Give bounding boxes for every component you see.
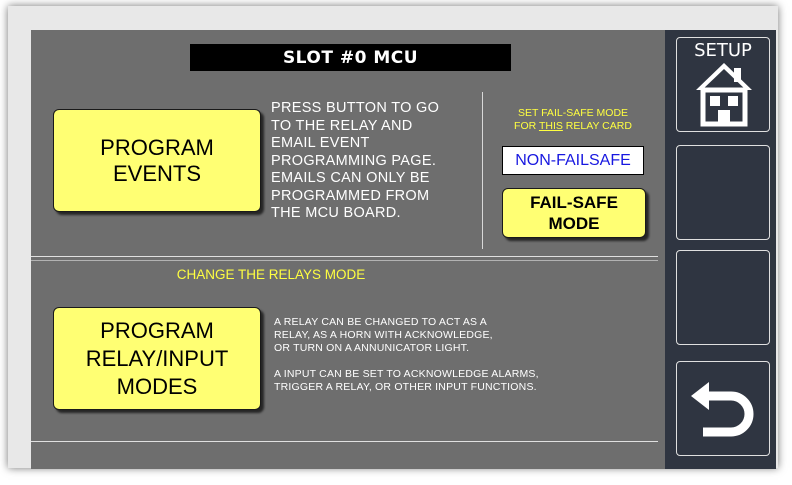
relays-section-title: CHANGE THE RELAYS MODE bbox=[176, 267, 366, 282]
vertical-divider bbox=[482, 92, 483, 249]
page-title: SLOT #0 MCU bbox=[190, 44, 511, 71]
program-events-button[interactable]: PROGRAM EVENTS bbox=[53, 109, 261, 212]
failsafe-label: SET FAIL-SAFE MODE FOR THIS RELAY CARD bbox=[488, 107, 658, 133]
setup-button[interactable]: SETUP bbox=[676, 37, 770, 132]
back-arrow-icon bbox=[691, 382, 754, 437]
failsafe-button-label-2: MODE bbox=[548, 214, 600, 233]
failsafe-status-display: NON-FAILSAFE bbox=[502, 146, 644, 175]
failsafe-mode-button[interactable]: FAIL-SAFE MODE bbox=[502, 188, 646, 238]
section-divider bbox=[31, 256, 658, 257]
failsafe-button-label-1: FAIL-SAFE bbox=[530, 193, 618, 212]
failsafe-label-line2: FOR THIS RELAY CARD bbox=[514, 120, 632, 132]
events-description: PRESS BUTTON TO GO TO THE RELAY AND EMAI… bbox=[271, 100, 440, 221]
back-button[interactable] bbox=[676, 361, 770, 456]
sidebar-blank-button-2[interactable] bbox=[676, 250, 770, 345]
program-relay-modes-button[interactable]: PROGRAM RELAY/INPUT MODES bbox=[53, 307, 261, 410]
program-events-label-2: EVENTS bbox=[112, 160, 202, 186]
relays-description: A RELAY CAN BE CHANGED TO ACT AS A RELAY… bbox=[274, 316, 539, 393]
home-icon bbox=[696, 63, 752, 127]
failsafe-label-line1: SET FAIL-SAFE MODE bbox=[517, 107, 629, 119]
sidebar-blank-button-1[interactable] bbox=[676, 145, 770, 240]
program-events-label-1: PROGRAM bbox=[100, 134, 214, 160]
relay-modes-label-2: RELAY/INPUT bbox=[85, 345, 229, 371]
relay-modes-label-3: MODES bbox=[116, 373, 198, 399]
setup-label: SETUP bbox=[694, 40, 752, 61]
section-divider-shadow bbox=[31, 260, 658, 261]
bottom-divider bbox=[31, 441, 658, 442]
relay-modes-label-1: PROGRAM bbox=[100, 317, 214, 343]
failsafe-label-emphasis: THIS bbox=[538, 120, 563, 132]
